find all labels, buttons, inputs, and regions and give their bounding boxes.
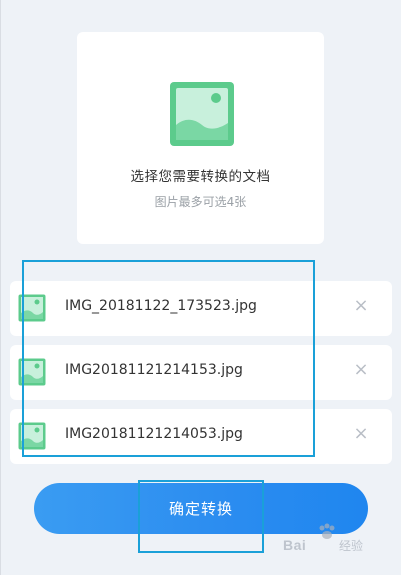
file-name: IMG20181121214153.jpg [65, 362, 243, 378]
image-thumbnail-icon [18, 294, 46, 322]
left-edge-divider [0, 0, 1, 575]
image-icon [170, 82, 234, 146]
document-picker-card[interactable]: 选择您需要转换的文档 图片最多可选4张 [77, 32, 324, 244]
close-icon[interactable]: × [350, 295, 372, 317]
image-thumbnail-icon [18, 358, 46, 386]
picker-title: 选择您需要转换的文档 [130, 169, 271, 185]
paw-icon [319, 523, 335, 539]
file-list-item[interactable]: IMG_20181122_173523.jpg × [10, 281, 392, 336]
watermark: Bai 经验 [283, 523, 393, 559]
picker-hint: 图片最多可选4张 [154, 195, 247, 209]
close-icon[interactable]: × [350, 359, 372, 381]
file-name: IMG20181121214053.jpg [65, 426, 243, 442]
file-list-item[interactable]: IMG20181121214153.jpg × [10, 345, 392, 400]
watermark-brand: Bai [283, 537, 307, 553]
file-list-item[interactable]: IMG20181121214053.jpg × [10, 409, 392, 464]
watermark-suffix: 经验 [339, 539, 364, 553]
image-thumbnail-icon [18, 422, 46, 450]
close-icon[interactable]: × [350, 423, 372, 445]
file-name: IMG_20181122_173523.jpg [65, 298, 257, 314]
